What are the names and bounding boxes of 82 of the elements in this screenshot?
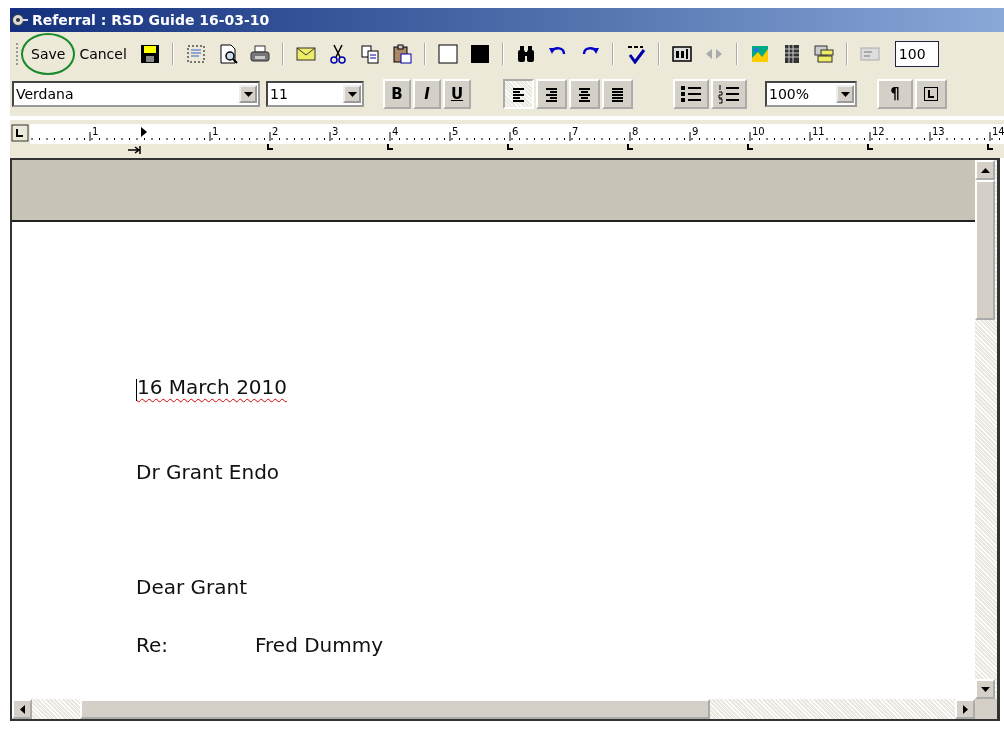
caret-icon: [347, 91, 357, 97]
select-frame-icon[interactable]: [185, 44, 206, 64]
horizontal-scrollbar[interactable]: [12, 699, 975, 719]
vertical-scrollbar[interactable]: [975, 160, 997, 699]
bullet-list-icon: [680, 84, 702, 104]
bold-button[interactable]: B: [383, 79, 411, 109]
app-icon: [12, 13, 28, 27]
paste-icon[interactable]: [391, 44, 412, 64]
scroll-right-button[interactable]: [955, 699, 975, 719]
scissors-icon[interactable]: [327, 44, 348, 64]
letter-text: 16 March 2010: [137, 375, 288, 399]
down-arrow-icon: [980, 686, 990, 692]
ruler-number: 2: [272, 126, 279, 137]
cancel-button[interactable]: Cancel: [75, 41, 131, 67]
ruler-number: 12: [872, 126, 885, 137]
ruler-number: 9: [692, 126, 699, 137]
ruler-number: 5: [452, 126, 459, 137]
form-field-icon[interactable]: [859, 44, 880, 64]
binoculars-icon[interactable]: [515, 44, 536, 64]
text-field-icon[interactable]: [671, 44, 692, 64]
copy-icon[interactable]: [359, 44, 380, 64]
align-center-icon: [576, 85, 593, 103]
ruler-number: 8: [632, 126, 639, 137]
printer-icon[interactable]: [249, 44, 270, 64]
underline-button[interactable]: U: [443, 79, 471, 109]
up-arrow-icon: [980, 167, 990, 173]
bullet-list-button[interactable]: [673, 79, 709, 109]
zoom-field[interactable]: 100: [894, 41, 939, 67]
save-button[interactable]: Save: [27, 41, 70, 67]
scroll-up-button[interactable]: [975, 160, 995, 180]
align-right-icon: [543, 85, 560, 103]
tab-stop-icon: [924, 87, 938, 101]
letter-text: Dear Grant: [136, 575, 248, 599]
numbered-list-button[interactable]: [711, 79, 747, 109]
formatting-marks-button[interactable]: ¶: [877, 79, 913, 109]
size-dropdown[interactable]: 11: [266, 81, 364, 107]
scroll-left-button[interactable]: [12, 699, 32, 719]
caret-icon: [243, 91, 253, 97]
zoom-dropdown[interactable]: 100%: [765, 81, 857, 107]
filled-square-icon[interactable]: [469, 44, 490, 64]
ruler-number: 14: [992, 126, 1004, 137]
ruler-number: 4: [392, 126, 399, 137]
letter-text: Dr Grant Endo: [136, 460, 280, 484]
ruler-number: 6: [512, 126, 519, 137]
ruler-number: 7: [572, 126, 579, 137]
window-title: Referral : RSD Guide 16-03-10: [32, 12, 270, 28]
square-outline-icon[interactable]: [437, 44, 458, 64]
align-left-button[interactable]: [503, 79, 534, 109]
align-right-button[interactable]: [536, 79, 567, 109]
field-label: Re:: [136, 633, 170, 657]
align-justify-button[interactable]: [602, 79, 633, 109]
envelope-icon[interactable]: [295, 44, 316, 64]
tab-stop-button[interactable]: [915, 79, 947, 109]
save-icon[interactable]: [139, 44, 160, 64]
indent-marker-icon[interactable]: [141, 127, 147, 137]
ruler-number: 1: [92, 126, 99, 137]
caret-icon: [840, 91, 850, 97]
toolbar-grip[interactable]: [16, 43, 21, 65]
spellcheck-icon[interactable]: [625, 44, 646, 64]
font-dropdown[interactable]: Verdana: [12, 81, 260, 107]
italic-button[interactable]: I: [413, 79, 441, 109]
ruler-number: 1: [212, 126, 219, 137]
right-arrow-icon: [962, 704, 968, 714]
ruler-number: 13: [932, 126, 945, 137]
print-preview-icon[interactable]: [217, 44, 238, 64]
tab-type-icon[interactable]: [11, 124, 29, 142]
frames-icon[interactable]: [813, 44, 834, 64]
align-center-button[interactable]: [569, 79, 600, 109]
scroll-thumb[interactable]: [80, 699, 710, 719]
scroll-down-button[interactable]: [975, 679, 995, 699]
indent-arrow-icon[interactable]: [127, 145, 141, 155]
scroll-thumb[interactable]: [975, 180, 995, 320]
scrollbar-corner: [975, 699, 997, 719]
align-justify-icon: [609, 85, 626, 103]
left-arrow-icon: [19, 704, 25, 714]
letter-text: Fred Dummy: [255, 633, 384, 657]
numbered-list-icon: [718, 84, 740, 104]
picture-icon[interactable]: [749, 44, 770, 64]
ruler-number: 10: [752, 126, 765, 137]
align-left-icon: [510, 85, 527, 103]
ruler-number: 11: [812, 126, 825, 137]
ruler-number: 3: [332, 126, 339, 137]
